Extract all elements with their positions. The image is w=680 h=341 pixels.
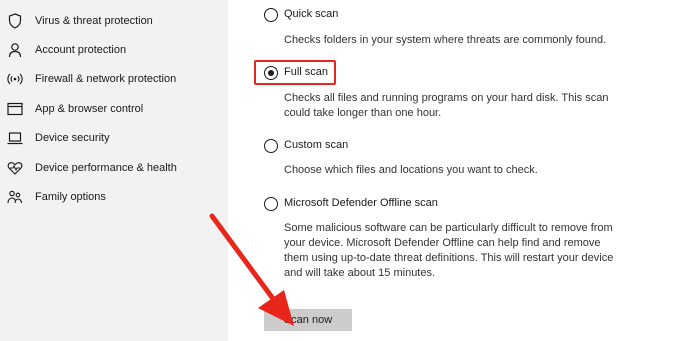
custom-scan-description: Choose which files and locations you wan…	[284, 164, 538, 176]
quick-scan-label[interactable]: Quick scan	[284, 8, 338, 20]
sidebar-item-label: App & browser control	[35, 103, 144, 115]
sidebar-item-device-performance[interactable]: Device performance & health	[0, 154, 228, 182]
heart-pulse-icon	[7, 160, 23, 176]
browser-window-icon	[7, 101, 23, 117]
offline-scan-radio[interactable]	[264, 197, 278, 211]
sidebar-item-label: Device security	[35, 132, 110, 144]
full-scan-description: Checks all files and running programs on…	[284, 92, 609, 119]
sidebar-item-firewall-network[interactable]: Firewall & network protection	[0, 65, 228, 93]
family-icon	[7, 189, 23, 205]
full-scan-radio[interactable]	[264, 66, 278, 80]
sidebar-item-label: Virus & threat protection	[35, 15, 153, 27]
sidebar-nav: Virus & threat protection Account protec…	[0, 0, 228, 341]
custom-scan-label[interactable]: Custom scan	[284, 139, 348, 151]
quick-scan-radio[interactable]	[264, 8, 278, 22]
sidebar-item-device-security[interactable]: Device security	[0, 124, 228, 152]
sidebar-item-virus-threat-protection[interactable]: Virus & threat protection	[0, 7, 228, 35]
laptop-icon	[7, 130, 23, 146]
custom-scan-radio[interactable]	[264, 139, 278, 153]
person-icon	[7, 42, 23, 58]
wifi-icon	[7, 71, 23, 87]
scan-now-button[interactable]: Scan now	[264, 309, 352, 331]
shield-icon	[7, 13, 23, 29]
scan-options-panel: Quick scan Checks folders in your system…	[228, 0, 680, 341]
sidebar-item-label: Account protection	[35, 44, 127, 56]
sidebar-item-label: Firewall & network protection	[35, 73, 177, 85]
sidebar-item-app-browser-control[interactable]: App & browser control	[0, 95, 228, 123]
quick-scan-description: Checks folders in your system where thre…	[284, 34, 607, 46]
sidebar-item-label: Family options	[35, 191, 106, 203]
sidebar-item-account-protection[interactable]: Account protection	[0, 36, 228, 64]
sidebar-item-label: Device performance & health	[35, 162, 177, 174]
offline-scan-description: Some malicious software can be particula…	[284, 222, 614, 279]
sidebar-item-family-options[interactable]: Family options	[0, 183, 228, 211]
offline-scan-label[interactable]: Microsoft Defender Offline scan	[284, 197, 438, 209]
full-scan-label[interactable]: Full scan	[284, 66, 328, 78]
